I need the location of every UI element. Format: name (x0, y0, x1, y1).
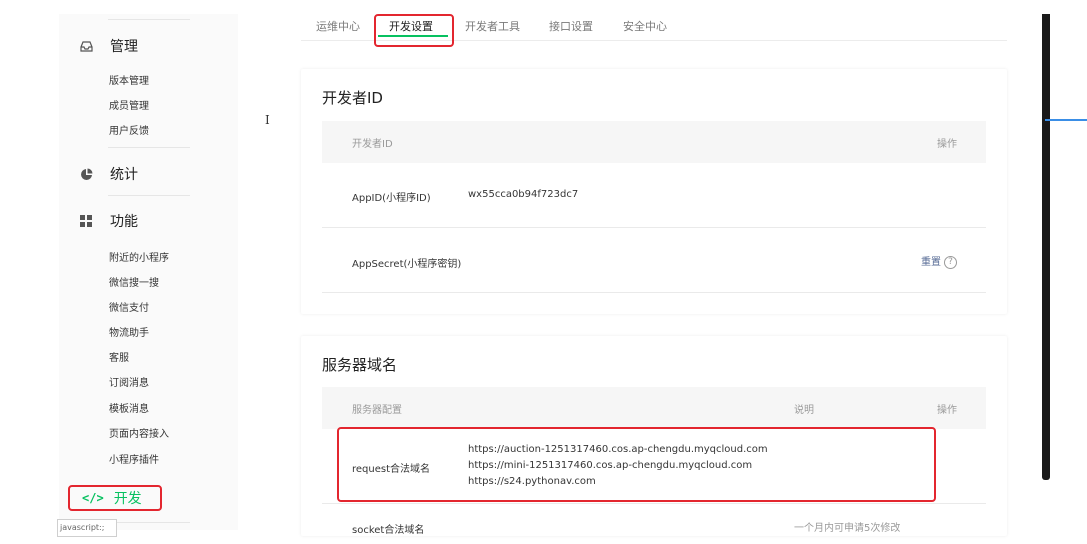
appsecret-label: AppSecret(小程序密钥) (352, 259, 462, 270)
grid-icon (80, 214, 93, 228)
sidebar-section-label: 管理 (110, 39, 138, 55)
row-divider (322, 503, 986, 504)
sidebar-item-search[interactable]: 微信搜一搜 (109, 274, 159, 289)
tab-api-settings[interactable]: 接口设置 (549, 18, 593, 34)
sidebar-item-logistics[interactable]: 物流助手 (109, 324, 149, 339)
tab-security[interactable]: 安全中心 (623, 18, 667, 34)
divider (108, 522, 190, 523)
sidebar-item-feedback[interactable]: 用户反馈 (109, 122, 149, 137)
sidebar: 管理 版本管理 成员管理 用户反馈 统计 功能 附近的小程序 微信搜一搜 微信支… (59, 14, 238, 530)
divider (108, 19, 190, 20)
tab-dev-tools[interactable]: 开发者工具 (465, 18, 520, 34)
sidebar-item-nearby[interactable]: 附近的小程序 (109, 249, 169, 264)
highlight-box-tab (374, 14, 454, 47)
table-header: 服务器配置 说明 操作 (322, 387, 986, 429)
text-cursor-icon: I (265, 113, 270, 127)
sidebar-item-plugin[interactable]: 小程序插件 (109, 451, 159, 466)
inbox-icon (80, 40, 93, 53)
table-header: 开发者ID 操作 (322, 121, 986, 163)
sidebar-section-features[interactable]: 功能 (80, 211, 138, 231)
socket-domain-label: socket合法域名 (352, 525, 425, 536)
column-header: 说明 (794, 405, 814, 416)
sidebar-section-label: 功能 (110, 214, 138, 230)
sidebar-item-subscribe[interactable]: 订阅消息 (109, 374, 149, 389)
tab-ops[interactable]: 运维中心 (316, 18, 360, 34)
pie-chart-icon (80, 168, 93, 181)
sidebar-section-manage[interactable]: 管理 (80, 36, 138, 56)
sidebar-item-service[interactable]: 客服 (109, 349, 129, 364)
sidebar-item-dev[interactable]: </> 开发 (68, 485, 162, 511)
sidebar-item-pay[interactable]: 微信支付 (109, 299, 149, 314)
code-icon: </> (82, 491, 104, 505)
column-header: 操作 (937, 405, 957, 416)
socket-domain-desc: 一个月内可申请5次修改 (794, 523, 901, 534)
sidebar-item-template[interactable]: 模板消息 (109, 400, 149, 415)
reset-link[interactable]: 重置 (921, 257, 941, 268)
tooltip: javascript:; (57, 519, 117, 537)
divider (108, 195, 190, 196)
appid-value: wx55cca0b94f723dc7 (468, 189, 579, 200)
sidebar-section-label: 统计 (110, 167, 138, 183)
developer-id-card: 开发者ID 开发者ID 操作 AppID(小程序ID) wx55cca0b94f… (301, 69, 1007, 314)
highlight-box-request (337, 427, 936, 502)
column-header: 服务器配置 (352, 405, 402, 416)
divider (108, 147, 190, 148)
appid-label: AppID(小程序ID) (352, 193, 431, 204)
appsecret-action: 重置? (921, 253, 957, 269)
card-title: 服务器域名 (322, 356, 398, 374)
sidebar-item-members[interactable]: 成员管理 (109, 97, 149, 112)
column-header: 开发者ID (352, 139, 393, 150)
help-icon[interactable]: ? (944, 255, 957, 269)
column-header: 操作 (937, 139, 957, 150)
sidebar-section-stats[interactable]: 统计 (80, 164, 138, 184)
card-title: 开发者ID (322, 89, 383, 107)
sidebar-item-content[interactable]: 页面内容接入 (109, 425, 169, 440)
row-divider (322, 227, 986, 228)
sidebar-item-dev-label: 开发 (113, 491, 142, 507)
sidebar-item-version[interactable]: 版本管理 (109, 72, 149, 87)
edge-accent (1045, 119, 1087, 121)
scrollbar[interactable] (1042, 14, 1050, 480)
row-divider (322, 292, 986, 293)
